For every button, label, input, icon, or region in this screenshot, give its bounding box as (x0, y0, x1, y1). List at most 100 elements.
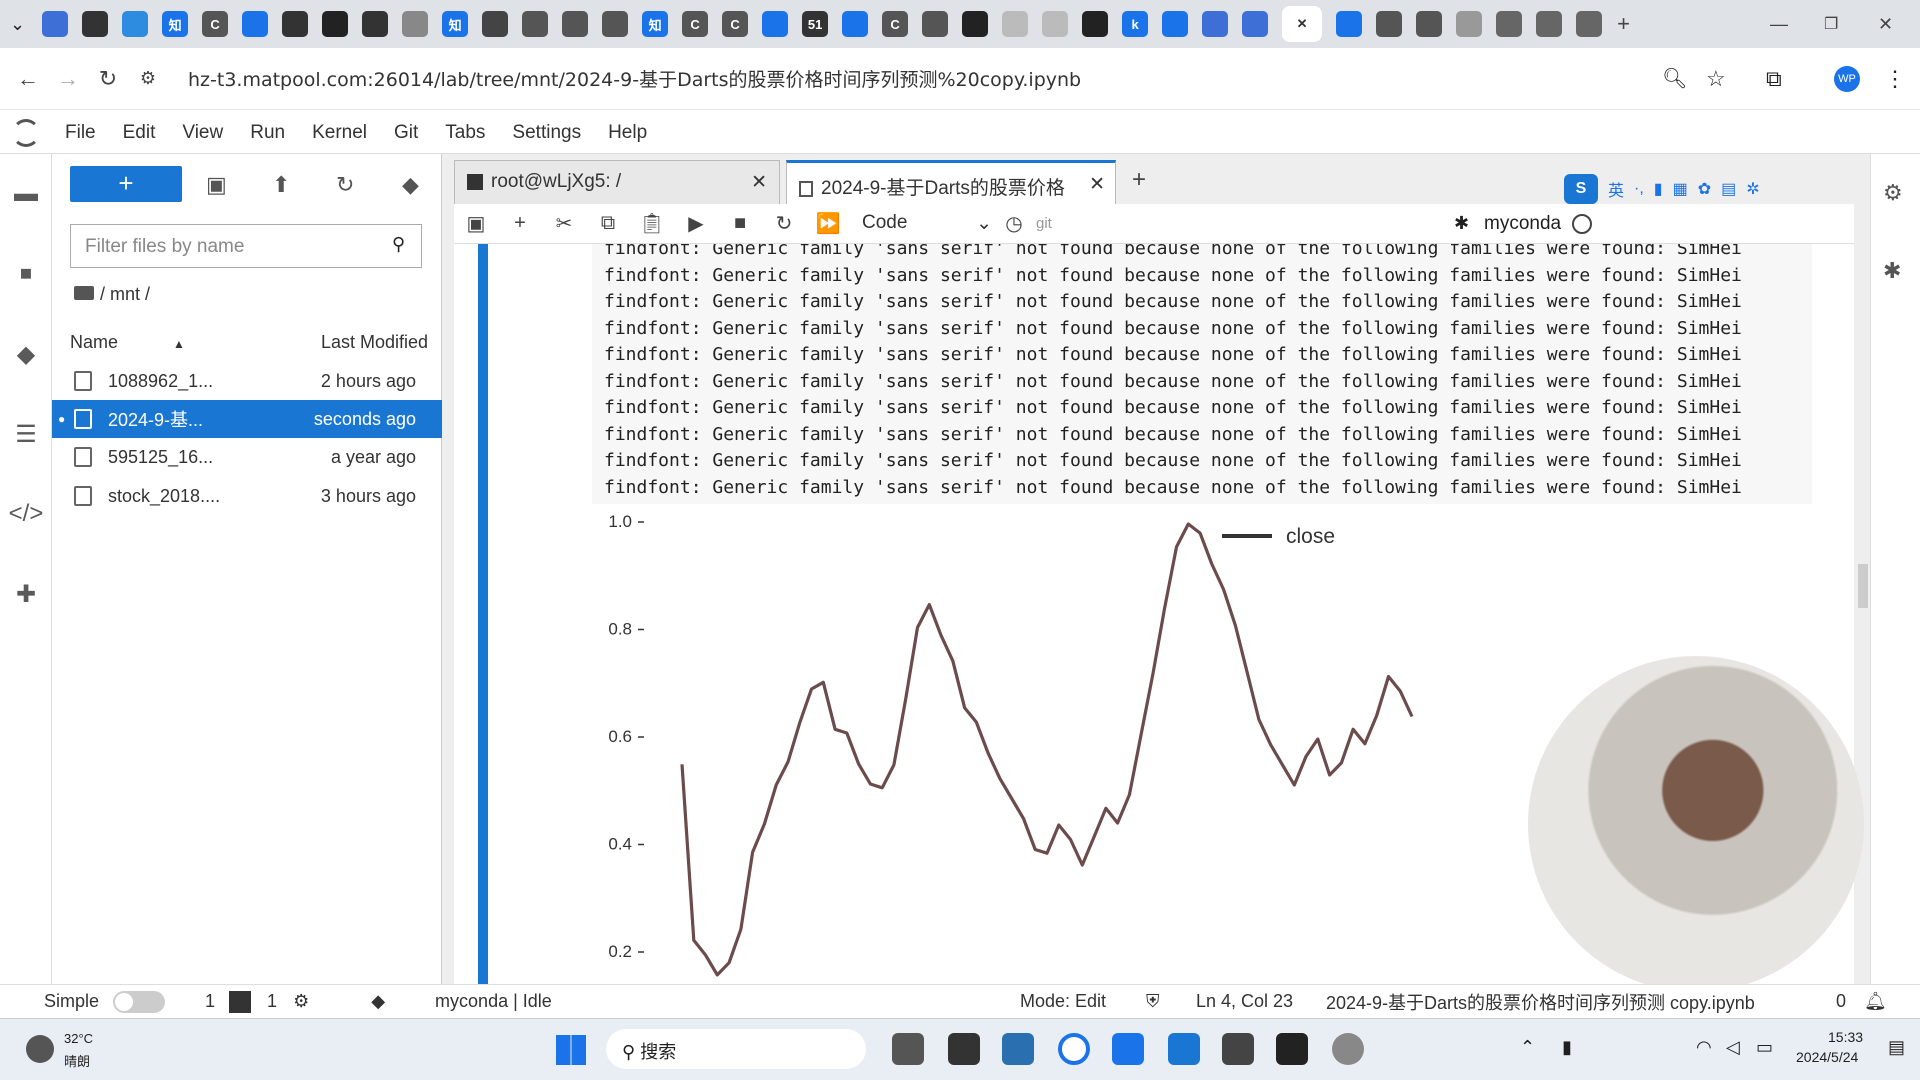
tab-favicon-8[interactable] (362, 11, 389, 37)
clock-time[interactable]: 15:33 (1828, 1029, 1863, 1045)
taskbar-search-box[interactable]: ⚲ 搜索 (606, 1029, 866, 1069)
tab-favicon-27[interactable] (1042, 11, 1069, 37)
tab-favicon-37[interactable] (1456, 11, 1483, 37)
kernel-name[interactable]: myconda (1484, 213, 1561, 235)
tab-favicon-14[interactable] (602, 11, 629, 37)
tab-favicon-github-3[interactable] (1082, 11, 1109, 37)
weather-icon[interactable] (26, 1035, 54, 1063)
upload-icon[interactable]: ⬆ (272, 172, 290, 198)
ime-toolbar[interactable]: S 英 ·, ▮ ▦ ✿ ▤ ✲ (1564, 174, 1782, 204)
cursor-position[interactable]: Ln 4, Col 23 (1196, 991, 1293, 1012)
tab-favicon-mail[interactable] (282, 11, 309, 37)
ime-lang-icon[interactable]: 英 (1608, 177, 1624, 201)
start-windows-icon[interactable] (556, 1035, 586, 1065)
ime-skin-icon[interactable]: ✿ (1698, 179, 1711, 199)
filter-files-input[interactable]: Filter files by name (70, 224, 422, 268)
ime-settings-icon[interactable]: ✲ (1746, 179, 1759, 199)
table-of-contents-icon[interactable]: ☰ (10, 418, 42, 450)
site-info-icon[interactable]: ⚙ (128, 68, 168, 89)
close-window-icon[interactable]: ✕ (1878, 14, 1893, 35)
taskbar-record-icon[interactable] (1332, 1033, 1364, 1065)
paste-icon[interactable]: 📋︎ (630, 211, 674, 236)
run-icon[interactable]: ▶ (674, 211, 718, 236)
cell-type-select[interactable]: Code ⌄ (862, 212, 992, 235)
file-row[interactable]: 595125_16... a year ago (52, 438, 442, 476)
save-icon[interactable]: ▣ (454, 211, 498, 236)
tab-favicon-13[interactable] (562, 11, 589, 37)
tab-favicon-11[interactable] (482, 11, 509, 37)
new-folder-icon[interactable]: ▣ (206, 172, 227, 198)
new-launcher-button[interactable]: + (70, 166, 182, 202)
cut-icon[interactable]: ✂ (542, 211, 586, 236)
minimize-icon[interactable]: — (1770, 14, 1788, 35)
menu-edit[interactable]: Edit (123, 122, 156, 144)
tab-favicon-30[interactable] (1162, 11, 1189, 37)
menu-settings[interactable]: Settings (512, 122, 581, 144)
menu-run[interactable]: Run (250, 122, 285, 144)
column-last-modified[interactable]: Last Modified (321, 332, 428, 353)
taskbar-app-icon[interactable] (892, 1033, 924, 1065)
file-row[interactable]: stock_2018.... 3 hours ago (52, 477, 442, 515)
clock-date[interactable]: 2024/5/24 (1796, 1049, 1858, 1065)
tab-favicon-5[interactable] (242, 11, 269, 37)
column-name[interactable]: Name ▲ (70, 332, 185, 353)
taskbar-vscode-icon[interactable] (1112, 1033, 1144, 1065)
taskbar-wps-icon[interactable] (1222, 1033, 1254, 1065)
tab-favicon-2[interactable] (82, 11, 109, 37)
ime-mic-icon[interactable]: ▮ (1654, 179, 1663, 199)
new-tab-icon[interactable]: + (1617, 11, 1630, 37)
shield-icon[interactable]: ⛨ (1146, 991, 1160, 1012)
kernel-state[interactable]: myconda | Idle (435, 991, 552, 1012)
tab-favicon-51[interactable]: 51 (802, 11, 829, 37)
taskbar-terminal-icon[interactable] (1276, 1033, 1308, 1065)
file-row[interactable]: 1088962_1... 2 hours ago (52, 362, 442, 400)
ime-keyboard-icon[interactable]: ▦ (1673, 179, 1688, 199)
restart-icon[interactable]: ↻ (762, 211, 806, 236)
tab-favicon-k[interactable]: k (1122, 11, 1149, 37)
tab-favicon-c2[interactable]: C (682, 11, 709, 37)
extensions-icon[interactable]: ⧉ (1766, 66, 1782, 92)
tab-favicon-c4[interactable]: C (882, 11, 909, 37)
tab-notebook[interactable]: 2024-9-基于Darts的股票价格 ✕ (786, 160, 1116, 204)
zoom-icon[interactable]: 🔍︎ (1662, 66, 1687, 91)
git-status-icon[interactable]: ◆ (371, 991, 385, 1012)
folder-icon[interactable]: ▬ (10, 178, 42, 210)
tab-favicon-github[interactable] (322, 11, 349, 37)
stop-icon[interactable]: ■ (718, 212, 762, 235)
tray-chevron-icon[interactable]: ⌃ (1520, 1037, 1535, 1058)
close-tab-icon[interactable]: ✕ (751, 171, 767, 194)
breadcrumb[interactable]: / mnt / (74, 284, 150, 305)
debugger-bug-icon[interactable]: ✱ (1883, 258, 1901, 284)
tab-search-icon[interactable]: ⌄ (10, 14, 25, 35)
copy-icon[interactable]: ⧉ (586, 212, 630, 235)
tab-favicon-26[interactable] (1002, 11, 1029, 37)
maximize-icon[interactable]: ❐ (1824, 14, 1838, 34)
git-icon[interactable]: ◆ (10, 338, 42, 370)
menu-view[interactable]: View (182, 122, 223, 144)
active-tab-close-icon[interactable]: ✕ (1282, 6, 1323, 42)
taskbar-app-icon[interactable] (948, 1033, 980, 1065)
tray-battery-icon[interactable]: ▭ (1756, 1037, 1773, 1058)
menu-tabs[interactable]: Tabs (445, 122, 485, 144)
running-kernels-icon[interactable]: ⏹ (10, 258, 42, 290)
insert-cell-icon[interactable]: + (498, 212, 542, 235)
tab-favicon-9[interactable] (402, 11, 429, 37)
scrollbar-thumb[interactable] (1858, 564, 1868, 608)
simple-mode-toggle[interactable] (113, 990, 166, 1013)
history-clock-icon[interactable]: ◷ (992, 211, 1036, 236)
git-label[interactable]: git (1036, 215, 1052, 232)
code-icon[interactable]: </> (9, 498, 44, 530)
tray-volume-icon[interactable]: ◁ (1726, 1037, 1740, 1058)
tab-favicon-baidu-2[interactable] (1242, 11, 1269, 37)
tab-favicon-3[interactable] (122, 11, 149, 37)
breadcrumb-path[interactable]: / mnt / (100, 284, 150, 304)
tab-favicon-zhihu-4[interactable] (762, 11, 789, 37)
run-all-icon[interactable]: ⏩ (806, 211, 850, 236)
tray-network-icon[interactable]: ◠ (1696, 1037, 1712, 1058)
bookmark-star-icon[interactable]: ☆ (1706, 66, 1726, 92)
ime-grid-icon[interactable]: ▤ (1721, 179, 1736, 199)
tab-favicon-zhihu[interactable]: 知 (162, 11, 189, 37)
sogou-logo-icon[interactable]: S (1564, 174, 1598, 204)
file-row-selected[interactable]: ● 2024-9-基... seconds ago (52, 400, 442, 438)
tab-favicon-vscode[interactable] (842, 11, 869, 37)
